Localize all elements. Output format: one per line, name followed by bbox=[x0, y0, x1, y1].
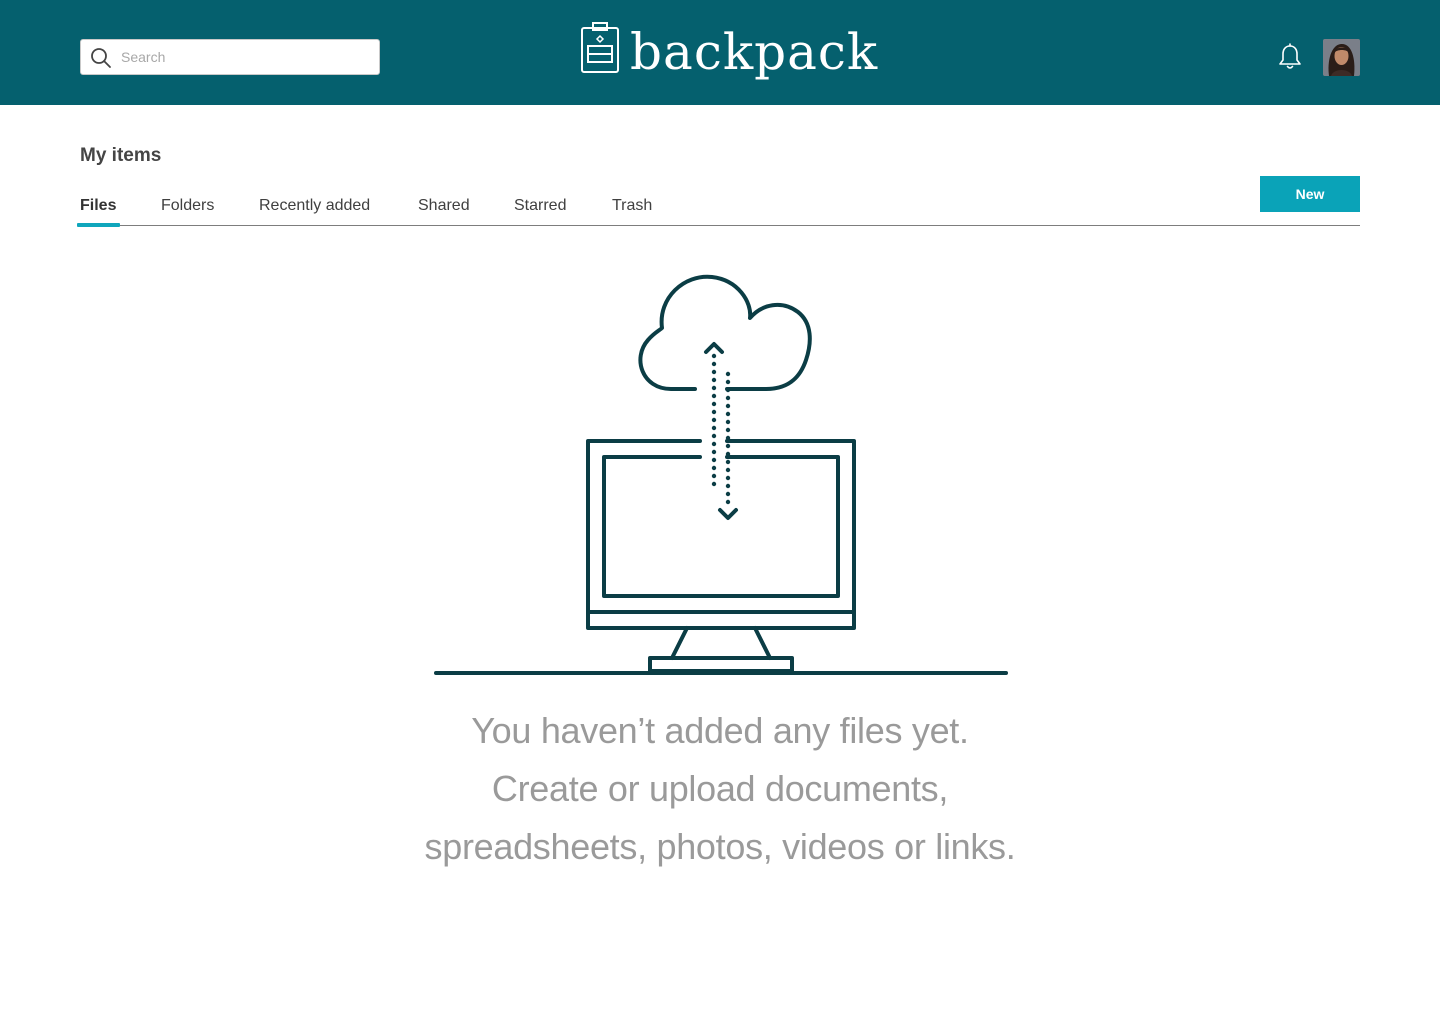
active-tab-indicator bbox=[77, 223, 120, 227]
notification-bell-icon[interactable] bbox=[1276, 43, 1304, 71]
empty-state-line: You haven’t added any files yet. bbox=[471, 710, 969, 751]
tab-starred[interactable]: Starred bbox=[514, 193, 566, 227]
search-icon bbox=[91, 48, 111, 68]
tabs-divider bbox=[80, 225, 1360, 226]
tab-trash[interactable]: Trash bbox=[612, 193, 652, 227]
brand-logo[interactable]: backpack bbox=[580, 18, 877, 88]
tab-files[interactable]: Files bbox=[80, 193, 116, 227]
tab-shared[interactable]: Shared bbox=[418, 193, 470, 227]
search-input[interactable] bbox=[121, 40, 373, 74]
page-title: My items bbox=[80, 145, 162, 166]
backpack-logo-icon bbox=[581, 22, 619, 73]
user-avatar[interactable] bbox=[1323, 39, 1360, 76]
tab-bar: Files Folders Recently added Shared Star… bbox=[80, 193, 1360, 227]
new-button[interactable]: New bbox=[1260, 176, 1360, 212]
tab-recently-added[interactable]: Recently added bbox=[259, 193, 370, 227]
brand-name: backpack bbox=[630, 23, 879, 81]
empty-state-line: spreadsheets, photos, videos or links. bbox=[424, 826, 1016, 867]
empty-state-message: You haven’t added any files yet. Create … bbox=[320, 702, 1120, 876]
empty-state-line: Create or upload documents, bbox=[491, 768, 949, 809]
tab-folders[interactable]: Folders bbox=[161, 193, 214, 227]
top-bar: backpack bbox=[0, 0, 1440, 105]
user-avatar-image bbox=[1323, 39, 1360, 76]
cloud-sync-computer-illustration bbox=[434, 274, 1008, 675]
search-box[interactable] bbox=[80, 39, 380, 75]
